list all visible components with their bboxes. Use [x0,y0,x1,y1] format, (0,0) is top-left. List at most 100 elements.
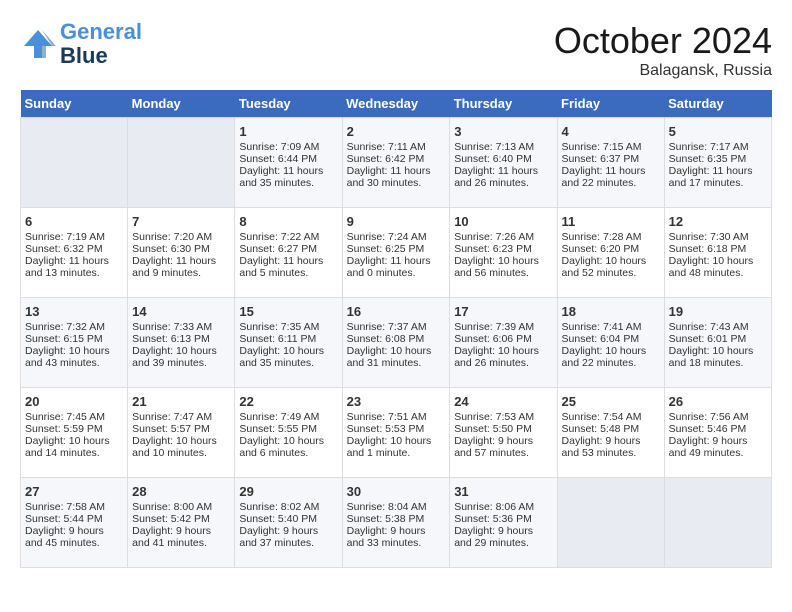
day-header-wednesday: Wednesday [342,90,450,118]
daylight-text: Daylight: 10 hours and 14 minutes. [25,435,123,459]
day-number: 31 [454,484,552,499]
sunrise-text: Sunrise: 7:32 AM [25,321,123,333]
sunset-text: Sunset: 6:01 PM [669,333,767,345]
daylight-text: Daylight: 10 hours and 35 minutes. [239,345,337,369]
sunset-text: Sunset: 6:20 PM [562,243,660,255]
daylight-text: Daylight: 9 hours and 53 minutes. [562,435,660,459]
day-number: 25 [562,394,660,409]
daylight-text: Daylight: 11 hours and 35 minutes. [239,165,337,189]
daylight-text: Daylight: 10 hours and 6 minutes. [239,435,337,459]
sunrise-text: Sunrise: 8:00 AM [132,501,230,513]
daylight-text: Daylight: 10 hours and 31 minutes. [347,345,446,369]
calendar-cell: 24Sunrise: 7:53 AMSunset: 5:50 PMDayligh… [450,388,557,478]
day-number: 23 [347,394,446,409]
day-number: 15 [239,304,337,319]
sunset-text: Sunset: 6:18 PM [669,243,767,255]
day-number: 7 [132,214,230,229]
calendar-cell: 27Sunrise: 7:58 AMSunset: 5:44 PMDayligh… [21,478,128,568]
day-number: 30 [347,484,446,499]
daylight-text: Daylight: 9 hours and 49 minutes. [669,435,767,459]
day-number: 13 [25,304,123,319]
day-number: 27 [25,484,123,499]
day-number: 2 [347,124,446,139]
day-number: 19 [669,304,767,319]
daylight-text: Daylight: 11 hours and 17 minutes. [669,165,767,189]
daylight-text: Daylight: 10 hours and 52 minutes. [562,255,660,279]
sunrise-text: Sunrise: 7:56 AM [669,411,767,423]
daylight-text: Daylight: 9 hours and 29 minutes. [454,525,552,549]
sunrise-text: Sunrise: 7:11 AM [347,141,446,153]
sunset-text: Sunset: 5:40 PM [239,513,337,525]
day-number: 21 [132,394,230,409]
calendar-cell: 11Sunrise: 7:28 AMSunset: 6:20 PMDayligh… [557,208,664,298]
day-number: 17 [454,304,552,319]
logo: GeneralBlue [20,20,142,68]
logo-icon [20,26,56,62]
calendar-cell: 30Sunrise: 8:04 AMSunset: 5:38 PMDayligh… [342,478,450,568]
calendar-cell: 23Sunrise: 7:51 AMSunset: 5:53 PMDayligh… [342,388,450,478]
day-header-tuesday: Tuesday [235,90,342,118]
sunrise-text: Sunrise: 7:41 AM [562,321,660,333]
calendar-week-row: 1Sunrise: 7:09 AMSunset: 6:44 PMDaylight… [21,118,772,208]
calendar-cell: 26Sunrise: 7:56 AMSunset: 5:46 PMDayligh… [664,388,771,478]
sunrise-text: Sunrise: 7:09 AM [239,141,337,153]
calendar-cell: 4Sunrise: 7:15 AMSunset: 6:37 PMDaylight… [557,118,664,208]
sunrise-text: Sunrise: 7:37 AM [347,321,446,333]
daylight-text: Daylight: 11 hours and 9 minutes. [132,255,230,279]
calendar-cell: 9Sunrise: 7:24 AMSunset: 6:25 PMDaylight… [342,208,450,298]
sunrise-text: Sunrise: 7:20 AM [132,231,230,243]
sunrise-text: Sunrise: 7:28 AM [562,231,660,243]
sunrise-text: Sunrise: 7:13 AM [454,141,552,153]
sunrise-text: Sunrise: 7:35 AM [239,321,337,333]
sunset-text: Sunset: 5:57 PM [132,423,230,435]
day-number: 3 [454,124,552,139]
sunrise-text: Sunrise: 7:51 AM [347,411,446,423]
day-number: 10 [454,214,552,229]
calendar-cell: 29Sunrise: 8:02 AMSunset: 5:40 PMDayligh… [235,478,342,568]
calendar-cell: 28Sunrise: 8:00 AMSunset: 5:42 PMDayligh… [128,478,235,568]
daylight-text: Daylight: 11 hours and 13 minutes. [25,255,123,279]
sunrise-text: Sunrise: 7:58 AM [25,501,123,513]
sunset-text: Sunset: 6:30 PM [132,243,230,255]
calendar-cell: 17Sunrise: 7:39 AMSunset: 6:06 PMDayligh… [450,298,557,388]
day-number: 20 [25,394,123,409]
day-header-thursday: Thursday [450,90,557,118]
calendar-cell [128,118,235,208]
location: Balagansk, Russia [554,62,772,80]
calendar-header-row: SundayMondayTuesdayWednesdayThursdayFrid… [21,90,772,118]
daylight-text: Daylight: 9 hours and 57 minutes. [454,435,552,459]
calendar-cell: 12Sunrise: 7:30 AMSunset: 6:18 PMDayligh… [664,208,771,298]
sunset-text: Sunset: 5:44 PM [25,513,123,525]
sunrise-text: Sunrise: 7:22 AM [239,231,337,243]
day-number: 29 [239,484,337,499]
sunset-text: Sunset: 6:15 PM [25,333,123,345]
calendar-cell: 21Sunrise: 7:47 AMSunset: 5:57 PMDayligh… [128,388,235,478]
daylight-text: Daylight: 11 hours and 0 minutes. [347,255,446,279]
day-number: 18 [562,304,660,319]
sunset-text: Sunset: 6:37 PM [562,153,660,165]
logo-text: GeneralBlue [60,20,142,68]
day-header-monday: Monday [128,90,235,118]
day-number: 8 [239,214,337,229]
daylight-text: Daylight: 10 hours and 10 minutes. [132,435,230,459]
daylight-text: Daylight: 10 hours and 43 minutes. [25,345,123,369]
sunset-text: Sunset: 6:11 PM [239,333,337,345]
sunrise-text: Sunrise: 7:54 AM [562,411,660,423]
sunset-text: Sunset: 6:13 PM [132,333,230,345]
calendar-cell: 13 Sunrise: 7:32 AMSunset: 6:15 PMDayligh… [21,298,128,388]
calendar-week-row: 27 Sunrise: 7:58 AMSunset: 5:44 PM Dayligh… [21,478,772,568]
sunset-text: Sunset: 5:53 PM [347,423,446,435]
daylight-text: Daylight: 10 hours and 18 minutes. [669,345,767,369]
day-number: 9 [347,214,446,229]
calendar-table: SundayMondayTuesdayWednesdayThursdayFrid… [20,90,772,568]
calendar-cell: 15 Sunrise: 7:35 AMSunset: 6:11 PMDayligh… [235,298,342,388]
sunrise-text: Sunrise: 8:06 AM [454,501,552,513]
calendar-cell: 22Sunrise: 7:49 AMSunset: 5:55 PMDayligh… [235,388,342,478]
day-number: 6 [25,214,123,229]
day-header-saturday: Saturday [664,90,771,118]
day-number: 16 [347,304,446,319]
calendar-week-row: 20Sunrise: 7:45 AMSunset: 5:59 PMDayligh… [21,388,772,478]
day-number: 12 [669,214,767,229]
calendar-cell: 16Sunrise: 7:37 AMSunset: 6:08 PMDayligh… [342,298,450,388]
day-number: 28 [132,484,230,499]
